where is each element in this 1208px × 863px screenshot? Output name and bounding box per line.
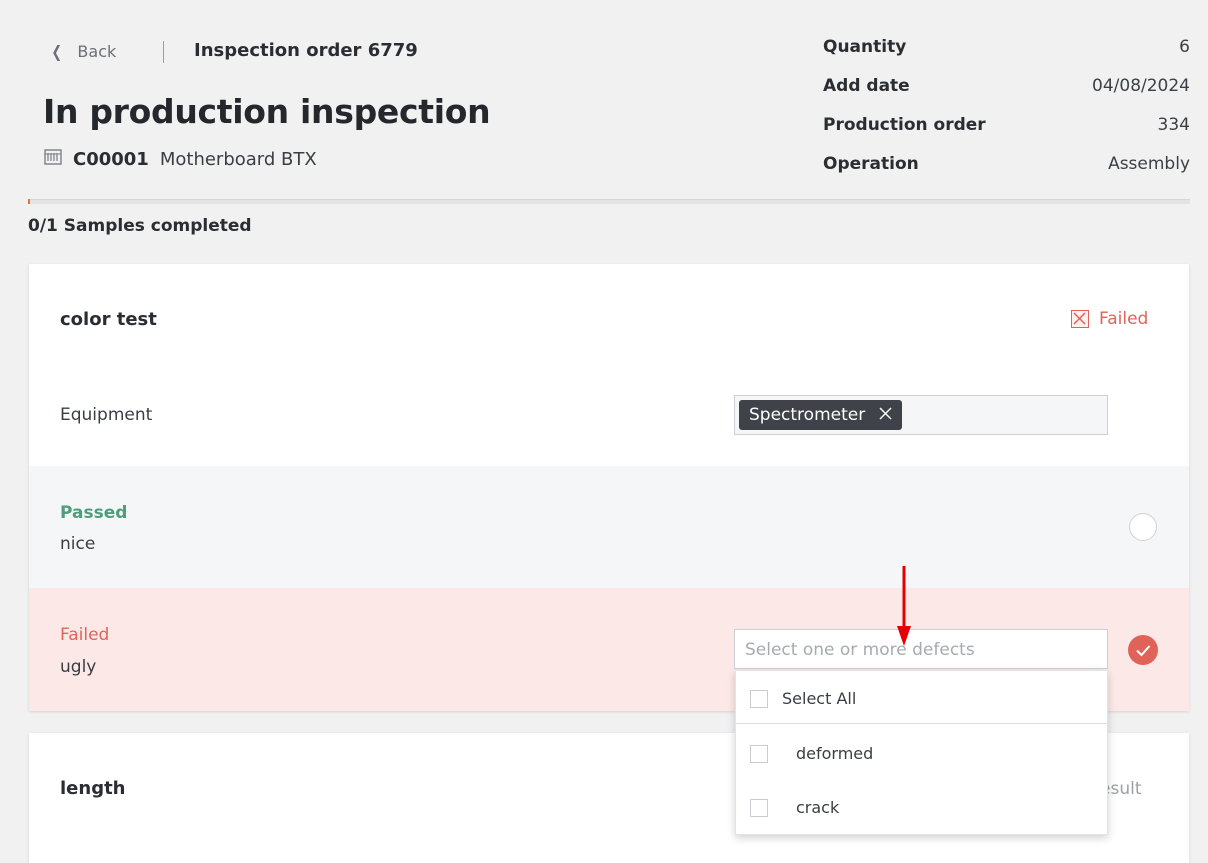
- defect-checkbox[interactable]: [750, 798, 768, 817]
- select-all-checkbox[interactable]: [750, 689, 768, 708]
- meta-key: Add date: [823, 76, 910, 96]
- page-title: In production inspection: [43, 92, 491, 131]
- equipment-tag-label: Spectrometer: [749, 405, 866, 425]
- product-info: C00001 Motherboard BTX: [43, 147, 317, 172]
- meta-value: 334: [1157, 115, 1190, 135]
- meta-row-quantity: Quantity 6: [823, 37, 1190, 57]
- test-name: color test: [60, 309, 157, 330]
- close-icon[interactable]: [879, 405, 892, 425]
- option-title: Passed: [60, 503, 128, 523]
- defects-select-input[interactable]: Select one or more defects: [734, 629, 1108, 669]
- chevron-left-icon: ❮: [51, 42, 63, 61]
- passed-radio[interactable]: [1129, 513, 1157, 541]
- select-all-option[interactable]: Select All: [750, 689, 856, 708]
- test-card-color-test: color test Failed Equipment Spectrometer…: [29, 264, 1189, 711]
- inspection-order-title: Inspection order 6779: [194, 40, 418, 61]
- checkmark-icon: [1136, 645, 1151, 657]
- defect-option[interactable]: deformed: [750, 744, 873, 763]
- samples-completed-text: 0/1 Samples completed: [28, 216, 252, 236]
- product-name: Motherboard BTX: [159, 149, 317, 170]
- failed-x-icon: [1071, 310, 1089, 328]
- meta-row-production-order: Production order 334: [823, 115, 1190, 135]
- back-button[interactable]: ❮ Back: [50, 42, 116, 61]
- meta-row-operation: Operation Assembly: [823, 154, 1190, 174]
- defect-option[interactable]: crack: [750, 798, 839, 817]
- dropdown-divider: [736, 723, 1107, 724]
- meta-row-add-date: Add date 04/08/2024: [823, 76, 1190, 96]
- option-label: crack: [796, 798, 840, 817]
- component-chip-icon: [43, 147, 63, 172]
- meta-key: Production order: [823, 115, 986, 135]
- annotation-arrow-icon: [897, 566, 911, 646]
- meta-value: Assembly: [1108, 154, 1190, 174]
- failed-radio-selected[interactable]: [1128, 635, 1158, 665]
- option-label: Select All: [782, 689, 857, 708]
- option-row-passed[interactable]: Passed nice: [29, 466, 1189, 588]
- equipment-label: Equipment: [60, 405, 153, 425]
- option-description: ugly: [60, 657, 97, 677]
- samples-progress-bar: [28, 199, 1190, 204]
- progress-fill: [28, 199, 31, 204]
- equipment-select[interactable]: Spectrometer: [734, 395, 1108, 435]
- option-description: nice: [60, 534, 96, 554]
- test-name: length: [60, 778, 126, 799]
- status-label: Failed: [1099, 309, 1149, 329]
- meta-value: 04/08/2024: [1092, 76, 1190, 96]
- option-title: Failed: [60, 625, 110, 645]
- back-label: Back: [77, 42, 117, 61]
- defects-dropdown: Select All deformed crack: [735, 670, 1108, 835]
- defect-checkbox[interactable]: [750, 744, 768, 763]
- test-status-failed: Failed: [1071, 309, 1148, 329]
- header-divider: [163, 41, 164, 63]
- equipment-tag: Spectrometer: [739, 400, 903, 430]
- meta-key: Quantity: [823, 37, 907, 57]
- meta-value: 6: [1179, 37, 1190, 57]
- meta-key: Operation: [823, 154, 919, 174]
- option-label: deformed: [796, 744, 874, 763]
- product-code: C00001: [73, 149, 149, 170]
